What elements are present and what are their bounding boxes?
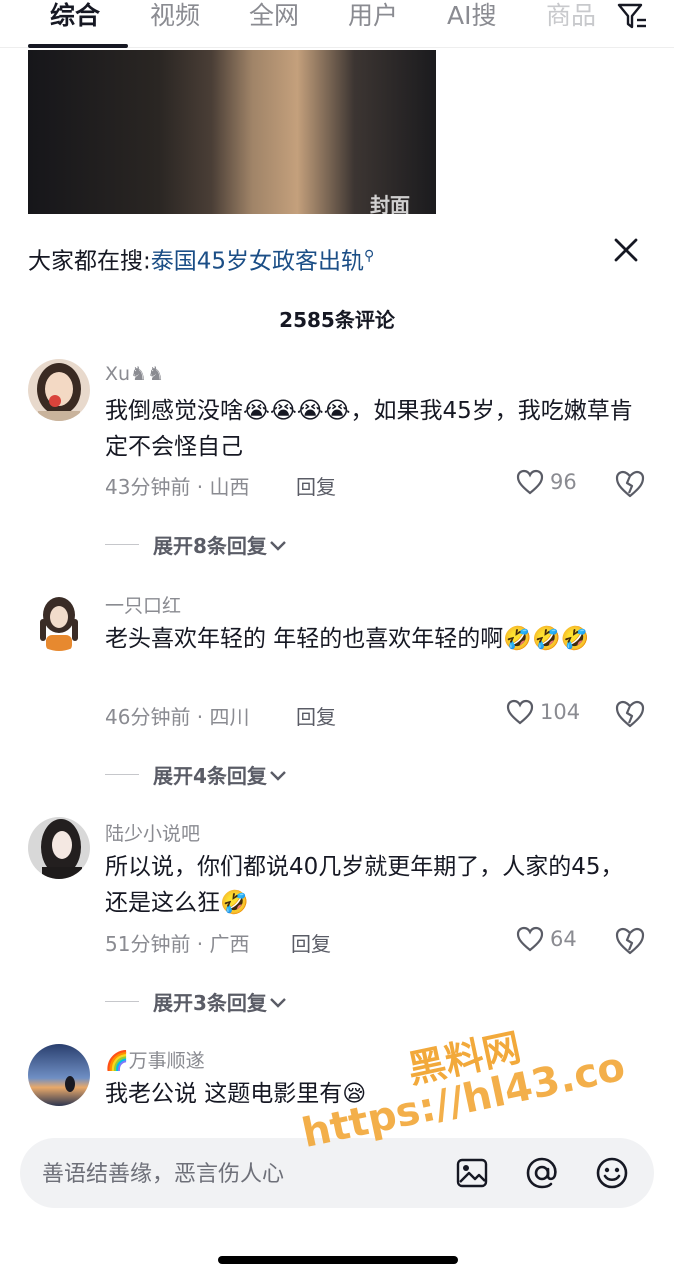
broken-heart-icon[interactable] <box>614 926 646 956</box>
emoji-icon[interactable] <box>594 1155 630 1191</box>
comment-username[interactable]: 🌈万事顺遂 <box>105 1046 205 1073</box>
avatar[interactable] <box>28 359 90 421</box>
like-button[interactable]: 96 <box>516 469 577 495</box>
expand-replies-button[interactable]: 展开4条回复 <box>105 760 289 789</box>
trending-search-prefix: 大家都在搜: <box>28 248 151 275</box>
expand-replies-label: 展开4条回复 <box>153 764 267 788</box>
comment-username[interactable]: Xu♞♞ <box>105 363 164 385</box>
expand-divider <box>105 774 139 775</box>
expand-divider <box>105 1001 139 1002</box>
trending-search-link[interactable]: 泰国45岁女政客出轨 <box>151 249 364 275</box>
heart-icon <box>506 699 534 725</box>
search-icon: ⚲ <box>364 248 375 264</box>
like-button[interactable]: 104 <box>506 699 580 725</box>
like-count: 96 <box>550 470 577 494</box>
reply-button[interactable]: 回复 <box>296 701 336 730</box>
like-button[interactable]: 64 <box>516 926 577 952</box>
heart-icon <box>516 926 544 952</box>
expand-replies-label: 展开8条回复 <box>153 534 267 558</box>
mention-icon[interactable] <box>524 1155 560 1191</box>
comment-username[interactable]: 陆少小说吧 <box>105 819 200 846</box>
reply-button[interactable]: 回复 <box>296 471 336 500</box>
image-icon[interactable] <box>454 1155 490 1191</box>
chevron-down-icon <box>270 770 286 781</box>
expand-divider <box>105 544 139 545</box>
trending-search-row[interactable]: 大家都在搜:泰国45岁女政客出轨⚲ <box>28 240 374 278</box>
comment-text: 我倒感觉没啥😭😭😭😭，如果我45岁，我吃嫩草肯定不会怪自己 <box>105 398 633 460</box>
expand-replies-button[interactable]: 展开3条回复 <box>105 987 289 1016</box>
heart-icon <box>516 469 544 495</box>
home-indicator[interactable] <box>218 1256 458 1264</box>
comment-meta: 46分钟前 · 四川 <box>105 705 250 729</box>
comment-meta: 43分钟前 · 山西 <box>105 475 250 499</box>
chevron-down-icon <box>270 540 286 551</box>
comment-text: 所以说，你们都说40几岁就更年期了，人家的45，还是这么狂🤣 <box>105 854 624 916</box>
avatar[interactable] <box>28 817 90 879</box>
comment-input-placeholder: 善语结善缘，恶言伤人心 <box>42 1162 285 1187</box>
avatar[interactable] <box>28 589 90 651</box>
expand-replies-button[interactable]: 展开8条回复 <box>105 530 289 559</box>
chevron-down-icon <box>270 997 286 1008</box>
close-icon[interactable] <box>608 232 644 268</box>
expand-replies-label: 展开3条回复 <box>153 991 267 1015</box>
like-count: 104 <box>540 700 581 724</box>
broken-heart-icon[interactable] <box>614 699 646 729</box>
comment-count: 2585条评论 <box>279 308 395 332</box>
comment-text: 老头喜欢年轻的 年轻的也喜欢年轻的啊🤣🤣🤣 <box>105 626 590 652</box>
broken-heart-icon[interactable] <box>614 469 646 499</box>
like-count: 64 <box>550 927 577 951</box>
comment-meta: 51分钟前 · 广西 <box>105 932 250 956</box>
comment-username[interactable]: 一只口红 <box>105 591 181 618</box>
reply-button[interactable]: 回复 <box>291 928 331 957</box>
avatar[interactable] <box>28 1044 90 1106</box>
